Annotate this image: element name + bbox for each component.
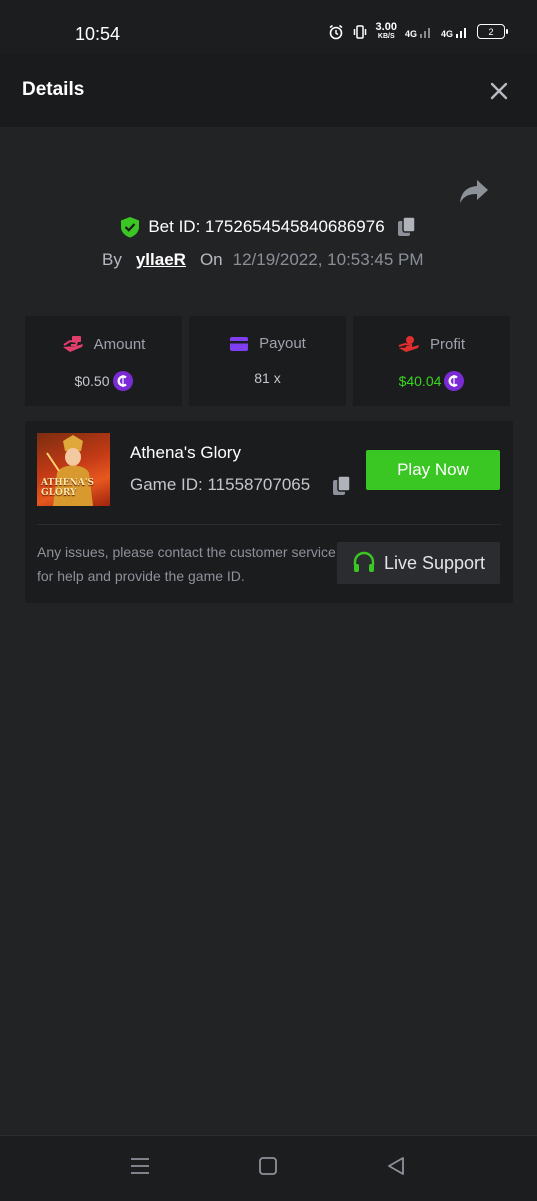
copy-bet-id-icon[interactable] <box>397 216 417 238</box>
coin-icon <box>444 371 465 391</box>
close-icon[interactable] <box>487 79 511 103</box>
profit-value: $40.04 <box>398 373 442 389</box>
game-card: ATHENA'S GLORY Athena's Glory Game ID: 1… <box>25 421 513 603</box>
copy-game-id-icon[interactable] <box>332 475 352 497</box>
live-support-label: Live Support <box>383 552 486 573</box>
game-name: Athena's Glory <box>130 443 241 462</box>
net-speed: 3.00 KB/S <box>375 21 397 41</box>
game-id: Game ID: 11558707065 <box>130 475 311 494</box>
bet-meta-row: By yllaeR On 12/19/2022, 10:53:45 PM <box>102 250 424 270</box>
page-title: Details <box>22 79 85 100</box>
play-now-button[interactable]: Play Now <box>366 450 500 490</box>
signal-icon <box>456 27 466 38</box>
wallet-card-icon <box>230 336 249 351</box>
back-icon[interactable] <box>386 1156 406 1176</box>
status-time: 10:54 <box>75 24 121 44</box>
coin-icon <box>112 371 133 391</box>
menu-icon[interactable] <box>130 1156 150 1176</box>
details-header: Details <box>0 54 537 127</box>
amount-label: Amount <box>93 335 146 353</box>
alarm-icon <box>329 24 343 39</box>
amount-value: $0.50 <box>74 373 110 389</box>
by-label: By <box>102 250 122 269</box>
status-bar: 10:54 3.00 KB/S 4G 4G 2 <box>0 0 537 54</box>
stats-row: Amount $0.50 Payout 81 x Profit $40.04 <box>25 316 510 406</box>
share-icon[interactable] <box>458 176 490 206</box>
bet-id-row: Bet ID: 1752654545840686976 <box>0 216 537 238</box>
support-message: Any issues, please contact the customer … <box>37 544 336 584</box>
system-nav-bar <box>0 1135 537 1201</box>
game-thumbnail[interactable]: ATHENA'S GLORY <box>37 433 110 506</box>
money-hand-icon <box>62 336 83 352</box>
network-2: 4G <box>441 25 469 39</box>
profit-label: Profit <box>429 335 465 353</box>
signal-icon <box>419 27 430 38</box>
on-label: On <box>199 250 223 269</box>
home-icon[interactable] <box>258 1156 278 1176</box>
thumbnail-title: ATHENA'S GLORY <box>41 478 95 498</box>
payout-label: Payout <box>259 335 306 352</box>
bet-id: Bet ID: 1752654545840686976 <box>148 217 385 236</box>
headset-icon <box>353 551 375 572</box>
live-support-button[interactable]: Live Support <box>337 542 500 584</box>
vibrate-icon <box>353 24 366 39</box>
status-icons: 3.00 KB/S 4G 4G 2 <box>328 21 508 41</box>
username-link[interactable]: yllaeR <box>136 250 186 270</box>
profit-card: Profit $40.04 <box>353 316 510 406</box>
divider <box>37 524 501 525</box>
network-1: 4G <box>405 25 433 39</box>
payout-value: 81 x <box>254 370 281 386</box>
amount-card: Amount $0.50 <box>25 316 182 406</box>
profit-hand-icon <box>398 336 419 352</box>
verified-shield-icon <box>121 217 140 238</box>
bet-datetime: 12/19/2022, 10:53:45 PM <box>232 250 424 269</box>
payout-card: Payout 81 x <box>189 316 346 406</box>
battery-icon: 2 <box>477 24 508 39</box>
